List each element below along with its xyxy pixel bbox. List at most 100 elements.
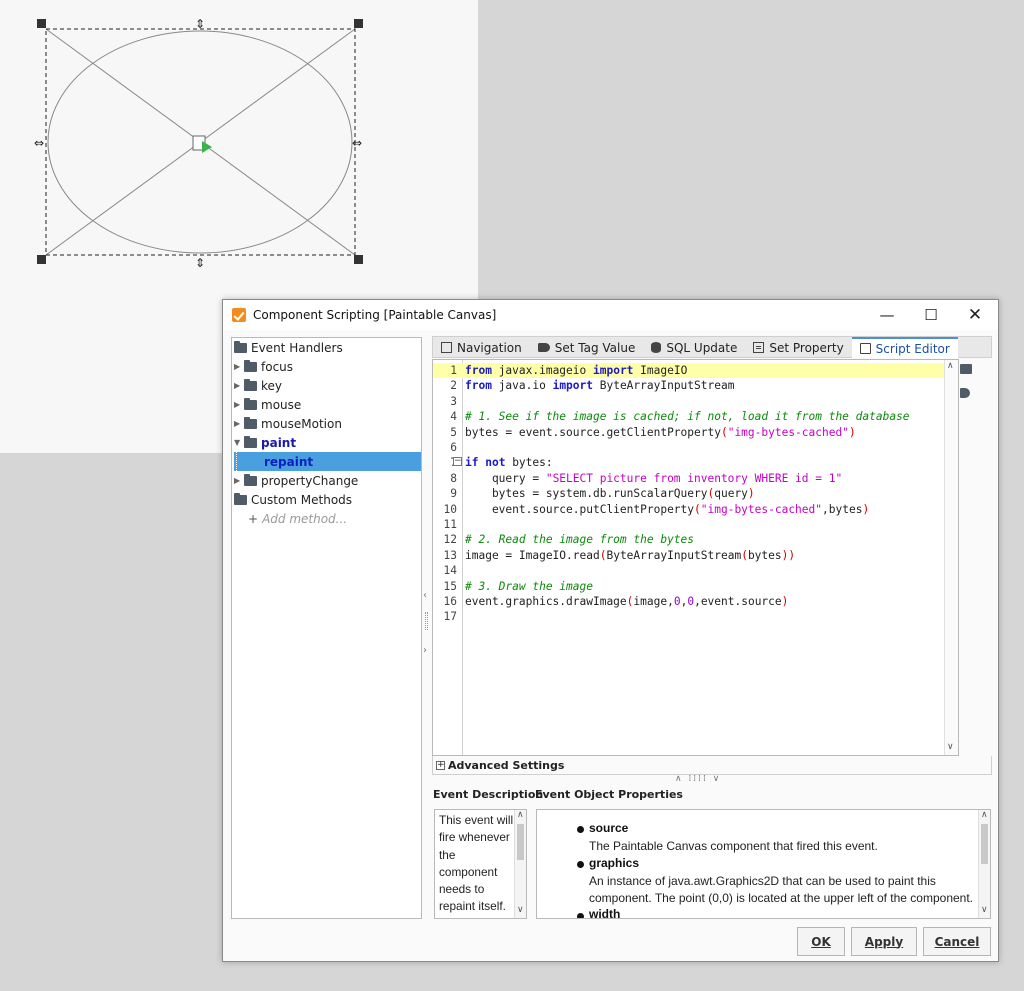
apply-button[interactable]: Apply [851, 927, 917, 956]
folder-icon [234, 340, 247, 353]
tree-root-event-handlers[interactable]: Event Handlers [234, 338, 343, 357]
code-line[interactable]: 16 event.graphics.drawImage(image,0,0,eve… [433, 594, 958, 609]
tree-item-paint[interactable]: ▼ paint [234, 433, 296, 452]
ok-button[interactable]: OK [797, 927, 845, 956]
folder-icon [244, 397, 257, 410]
bullet-icon [577, 826, 584, 833]
line-number: 3 [450, 394, 457, 408]
code-line[interactable]: 1 from javax.imageio import ImageIO [433, 363, 958, 379]
code-line[interactable]: 6 [433, 440, 958, 455]
collapse-icon[interactable]: ▼ [234, 438, 244, 447]
event-description-title: Event Description [433, 788, 544, 801]
tab-set-property[interactable]: Set Property [745, 337, 851, 358]
expand-icon[interactable]: ▶ [234, 362, 244, 371]
code-line[interactable]: 2 from java.io import ByteArrayInputStrea… [433, 378, 958, 393]
editor-scrollbar[interactable]: ∧ ∨ [944, 360, 958, 755]
expand-right-icon[interactable]: › [423, 645, 427, 656]
code-token: bytes: [505, 456, 553, 470]
code-line[interactable]: 7if not bytes: [433, 455, 958, 470]
fold-toggle-icon[interactable]: − [453, 457, 462, 466]
description-scrollbar[interactable]: ∧ ∨ [514, 810, 526, 918]
code-token: import [552, 379, 593, 393]
folder-icon [234, 492, 247, 505]
code-text: # 1. See if the image is cached; if not,… [465, 409, 910, 424]
code-token: "SELECT picture from inventory WHERE id … [545, 471, 843, 485]
navigation-icon [441, 342, 452, 353]
code-token: java.io [491, 379, 553, 393]
code-token: ) [781, 595, 789, 608]
tab-script-editor[interactable]: Script Editor [851, 337, 958, 358]
code-line[interactable]: 9 bytes = system.db.runScalarQuery(query… [433, 486, 958, 501]
code-line[interactable]: 3 [433, 394, 958, 409]
bullet-icon [577, 913, 584, 918]
code-token: ( [741, 548, 748, 562]
tree-item-mousemotion[interactable]: ▶ mouseMotion [234, 414, 342, 433]
script-editor[interactable]: 1 from javax.imageio import ImageIO 2 from … [432, 359, 959, 756]
scroll-thumb[interactable] [517, 824, 524, 860]
tree-item-focus[interactable]: ▶ focus [234, 357, 293, 376]
code-token: from [465, 379, 492, 393]
horizontal-splitter[interactable]: ∧ ⁞⁞⁞⁞ ∨ [675, 774, 721, 784]
line-number: 1 [450, 364, 457, 377]
tab-navigation[interactable]: Navigation [433, 337, 530, 358]
maximize-button[interactable]: ☐ [909, 300, 953, 330]
code-line[interactable]: 13 image = ImageIO.read (ByteArrayInputStr… [433, 548, 958, 563]
cancel-button[interactable]: Cancel [923, 927, 991, 956]
expand-icon[interactable]: ▶ [234, 476, 244, 485]
code-line[interactable]: 8 query = "SELECT picture from inventory… [433, 471, 958, 486]
property-icon [753, 342, 765, 353]
tag-browser-icon[interactable] [960, 388, 970, 398]
tree-root-custom-methods[interactable]: Custom Methods [234, 490, 352, 509]
minimize-button[interactable]: — [865, 300, 909, 330]
title-bar[interactable]: Component Scripting [Paintable Canvas] —… [223, 300, 998, 330]
close-button[interactable]: ✕ [953, 300, 997, 330]
scroll-thumb[interactable] [981, 824, 988, 864]
properties-scrollbar[interactable]: ∧ ∨ [978, 810, 990, 918]
tree-item-key[interactable]: ▶ key [234, 376, 282, 395]
collapse-left-icon[interactable]: ‹ [423, 590, 427, 601]
database-icon [651, 342, 662, 353]
code-text: # 3. Draw the image [465, 579, 593, 594]
code-line[interactable]: 11 [433, 517, 958, 532]
folder-icon [244, 378, 257, 391]
code-line[interactable]: 5 bytes = event.source.getClientProperty(… [433, 425, 958, 440]
bullet-icon [577, 861, 584, 868]
code-line[interactable]: 10 event.source.putClientProperty("img-b… [433, 502, 958, 517]
event-description-box[interactable]: This event will fire whenever the compon… [434, 809, 527, 919]
code-line[interactable]: 14 [433, 563, 958, 578]
scroll-down-icon[interactable]: ∨ [947, 742, 954, 752]
scroll-up-icon[interactable]: ∧ [981, 810, 988, 820]
code-token: query = [465, 471, 546, 485]
tab-set-tag-value[interactable]: Set Tag Value [530, 337, 644, 358]
code-token: ByteArrayInputStream [593, 379, 735, 393]
documentation-icon[interactable] [960, 364, 972, 374]
tab-sql-update[interactable]: SQL Update [643, 337, 745, 358]
component-scripting-dialog: Component Scripting [Paintable Canvas] —… [222, 299, 999, 962]
line-number: 15 [443, 579, 457, 593]
scroll-up-icon[interactable]: ∧ [517, 810, 524, 820]
tree-item-mouse[interactable]: ▶ mouse [234, 395, 301, 414]
tree-item-propertychange[interactable]: ▶ propertyChange [234, 471, 358, 490]
add-method-item[interactable]: + Add method... [248, 509, 347, 528]
expand-icon[interactable]: ▶ [234, 400, 244, 409]
event-object-properties-box[interactable]: source The Paintable Canvas component th… [536, 809, 991, 919]
scroll-up-icon[interactable]: ∧ [947, 361, 954, 371]
expand-plus-icon[interactable]: + [436, 760, 445, 770]
code-line[interactable]: 4 # 1. See if the image is cached; if not… [433, 409, 958, 424]
line-number: 14 [443, 564, 457, 578]
line-number: 12 [443, 533, 457, 547]
scroll-down-icon[interactable]: ∨ [981, 905, 988, 915]
code-token: ,bytes [822, 502, 863, 516]
svg-text:⇔: ⇔ [352, 136, 362, 150]
code-line[interactable]: 17 [433, 609, 958, 624]
code-line[interactable]: 12 # 2. Read the image from the bytes [433, 532, 958, 547]
expand-icon[interactable]: ▶ [234, 381, 244, 390]
expand-icon[interactable]: ▶ [234, 419, 244, 428]
advanced-settings-toggle[interactable]: + Advanced Settings [432, 756, 992, 775]
code-line[interactable]: 15 # 3. Draw the image [433, 579, 958, 594]
code-token: event.source.putClientProperty [465, 502, 695, 516]
scroll-down-icon[interactable]: ∨ [517, 905, 524, 915]
tree-item-repaint[interactable]: repaint [234, 452, 421, 471]
code-token: ( [694, 502, 701, 516]
event-handlers-tree[interactable]: Event Handlers ▶ focus ▶ key ▶ mouse ▶ m… [231, 337, 422, 919]
